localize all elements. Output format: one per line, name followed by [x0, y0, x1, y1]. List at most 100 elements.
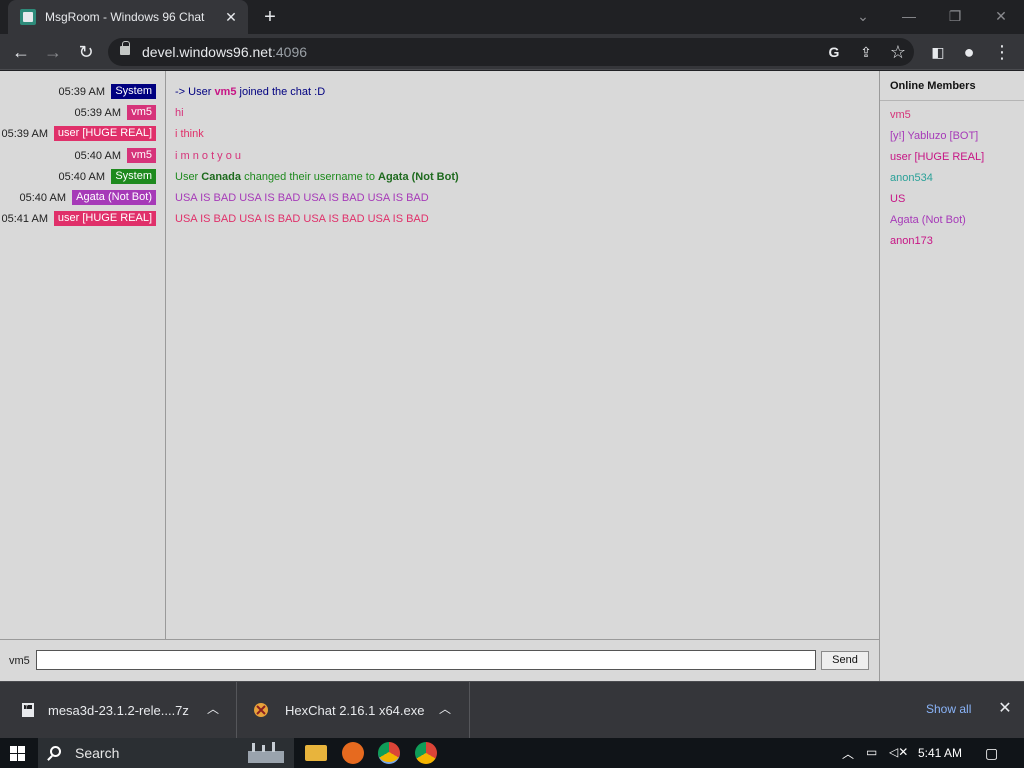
back-button[interactable]: ←: [9, 40, 33, 64]
notifications-icon[interactable]: ▢: [985, 745, 998, 762]
windows-taskbar: Search ︿ ▭ ◁✕ 5:41 AM ▢: [0, 738, 1024, 768]
message-text: USA IS BAD USA IS BAD USA IS BAD USA IS …: [175, 213, 429, 225]
chevron-up-icon[interactable]: ︿: [437, 700, 453, 718]
send-button[interactable]: Send: [821, 651, 869, 670]
lock-icon[interactable]: [120, 41, 130, 55]
message-text: hi: [175, 107, 184, 119]
tab-close-icon[interactable]: ✕: [222, 8, 240, 26]
message-timestamp: 05:39 AM: [74, 107, 121, 120]
file-explorer-icon[interactable]: [305, 745, 327, 761]
chat-input-bar: vm5 Send: [0, 639, 879, 681]
hexchat-app-icon: [254, 703, 268, 717]
message-text: -> User vm5 joined the chat :D: [175, 86, 325, 98]
message-text: User Canada changed their username to Ag…: [175, 171, 459, 183]
online-member[interactable]: vm5: [890, 109, 911, 121]
message-text-part: -> User: [175, 86, 215, 98]
message-text-part: i m n o t y o u: [175, 149, 242, 162]
divider: [880, 100, 1024, 101]
system-clock[interactable]: 5:41 AM: [918, 746, 962, 760]
show-all-downloads-link[interactable]: Show all: [926, 702, 971, 716]
message-nick-badge: user [HUGE REAL]: [53, 126, 156, 142]
taskbar-search[interactable]: Search: [38, 738, 294, 768]
chrome-canary-icon[interactable]: [415, 742, 437, 764]
restore-button[interactable]: ❐: [945, 6, 965, 26]
online-member[interactable]: user [HUGE REAL]: [890, 151, 984, 163]
close-shelf-icon[interactable]: ✕: [996, 700, 1014, 718]
google-lens-icon[interactable]: G: [822, 40, 846, 64]
archive-file-icon: 7: [22, 703, 34, 717]
message-username: Agata (Not Bot): [378, 170, 459, 183]
message-text-part: USA IS BAD USA IS BAD USA IS BAD USA IS …: [175, 192, 429, 204]
reload-button[interactable]: ↻: [74, 40, 98, 64]
online-member[interactable]: anon173: [890, 235, 933, 247]
message-input[interactable]: [36, 650, 816, 670]
download-filename: mesa3d-23.1.2-rele....7z: [48, 703, 189, 718]
msgroom-page: System 05:39 AM -> User vm5 joined the cha…: [0, 71, 1024, 681]
message-timestamp: 05:41 AM: [1, 213, 48, 226]
chat-message-row: vm5 05:40 AM i m n o t y o u: [0, 147, 879, 164]
message-text-part: hi: [175, 107, 184, 120]
chat-message-row: user [HUGE REAL] 05:39 AM i think: [0, 126, 879, 142]
tab-title: MsgRoom - Windows 96 Chat: [45, 10, 205, 24]
network-icon[interactable]: ▭: [866, 745, 877, 759]
chat-message-row: vm5 05:39 AM hi: [0, 105, 879, 121]
message-nick-badge: Agata (Not Bot): [72, 190, 156, 205]
message-timestamp: 05:40 AM: [74, 149, 121, 162]
message-text-part: changed their username to: [241, 170, 379, 183]
message-text-part: joined the chat :D: [236, 86, 326, 98]
message-nick-badge: System: [111, 84, 156, 99]
menu-kebab-icon[interactable]: ⋮: [990, 40, 1014, 64]
svg-text:7: 7: [25, 705, 28, 711]
message-timestamp: 05:40 AM: [58, 170, 105, 183]
online-member[interactable]: Agata (Not Bot): [890, 214, 966, 226]
download-filename: HexChat 2.16.1 x64.exe: [285, 703, 425, 718]
share-icon[interactable]: ⇪: [854, 40, 878, 64]
message-timestamp: 05:39 AM: [1, 128, 48, 141]
browser-toolbar: ← → ↻ devel.windows96.net:4096 G ⇪ ☆ ◧ ●…: [0, 34, 1024, 70]
side-panel-icon[interactable]: ◧: [926, 40, 950, 64]
download-item[interactable]: HexChat 2.16.1 x64.exe ︿: [237, 682, 470, 739]
members-title: Online Members: [890, 80, 976, 92]
tab-search-chevron-icon[interactable]: ⌄: [853, 6, 873, 26]
online-members-panel: Online Members vm5 [y!] Yabluzo [BOT] user…: [879, 71, 1024, 681]
chat-message-row: user [HUGE REAL] 05:41 AM USA IS BAD USA I…: [0, 211, 879, 227]
profile-avatar-icon[interactable]: ●: [957, 40, 981, 64]
browser-tab[interactable]: MsgRoom - Windows 96 Chat ✕: [8, 0, 248, 34]
minimize-button[interactable]: —: [899, 6, 919, 26]
message-username: vm5: [214, 86, 237, 98]
address-bar[interactable]: devel.windows96.net:4096: [108, 38, 914, 66]
search-highlight-icon: [248, 742, 284, 763]
forward-button[interactable]: →: [41, 40, 65, 64]
chat-message-row: System 05:39 AM -> User vm5 joined the cha…: [0, 84, 879, 100]
firefox-icon[interactable]: [342, 742, 364, 764]
download-item[interactable]: 7 mesa3d-23.1.2-rele....7z ︿: [0, 682, 237, 739]
tray-overflow-chevron-icon[interactable]: ︿: [842, 745, 854, 762]
bookmark-star-icon[interactable]: ☆: [886, 40, 910, 64]
url-text: devel.windows96.net:4096: [142, 44, 308, 60]
message-text: USA IS BAD USA IS BAD USA IS BAD USA IS …: [175, 192, 429, 204]
message-text: i think: [175, 128, 204, 140]
search-label: Search: [75, 745, 120, 761]
online-member[interactable]: US: [890, 193, 905, 205]
message-timestamp: 05:39 AM: [58, 86, 105, 98]
close-window-button[interactable]: ✕: [991, 6, 1011, 26]
message-username: Canada: [201, 170, 242, 183]
download-shelf: 7 mesa3d-23.1.2-rele....7z ︿ HexChat 2.1…: [0, 681, 1024, 739]
chat-log: System 05:39 AM -> User vm5 joined the cha…: [0, 71, 879, 639]
chevron-up-icon[interactable]: ︿: [205, 700, 221, 718]
chat-message-row: System 05:40 AM User Canada changed their …: [0, 168, 879, 185]
new-tab-button[interactable]: +: [260, 6, 280, 28]
search-icon: [50, 746, 61, 757]
message-nick-badge: System: [111, 168, 156, 184]
online-member[interactable]: anon534: [890, 172, 933, 184]
message-nick-badge: vm5: [127, 147, 156, 163]
windows-start-icon[interactable]: [10, 746, 25, 761]
message-text-part: User: [175, 170, 202, 183]
message-nick-badge: user [HUGE REAL]: [53, 211, 156, 227]
current-user-label: vm5: [9, 655, 30, 667]
chrome-icon[interactable]: [378, 742, 400, 764]
volume-muted-icon[interactable]: ◁✕: [889, 745, 908, 759]
browser-tabstrip: MsgRoom - Windows 96 Chat ✕ + ⌄ — ❐ ✕: [0, 0, 1024, 34]
chat-message-row: Agata (Not Bot) 05:40 AM USA IS BAD USA IS…: [0, 190, 879, 206]
online-member[interactable]: [y!] Yabluzo [BOT]: [890, 130, 978, 142]
